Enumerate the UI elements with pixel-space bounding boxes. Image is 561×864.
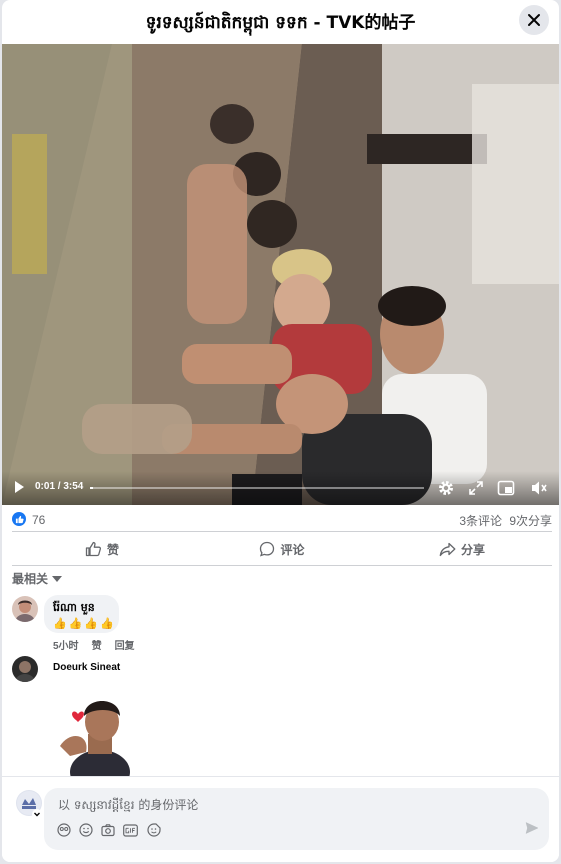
play-button[interactable]: [12, 480, 26, 499]
caret-down-icon: [52, 575, 63, 582]
comment-time[interactable]: 5小时: [53, 637, 79, 652]
comment-icon: [260, 541, 275, 557]
share-icon: [439, 542, 456, 556]
comment-avatar-2[interactable]: [12, 656, 38, 682]
comment-sort-dropdown[interactable]: 最相关: [12, 570, 63, 587]
comment-input[interactable]: [56, 794, 500, 816]
comment-meta: 5小时 赞 回复: [53, 637, 135, 652]
comment-button-label: 评论: [280, 542, 305, 557]
comment-text: 👍👍👍👍: [53, 618, 116, 630]
send-button[interactable]: [525, 821, 539, 840]
comments-count[interactable]: 3条评论: [459, 512, 502, 529]
comment-avatar[interactable]: [12, 596, 38, 622]
video-controls: 0:01 / 3:54: [2, 471, 559, 505]
video-progress-bar[interactable]: [90, 487, 424, 489]
dialog-header: ទូរទស្សន៍ជាតិកម្ពុជា ទទក - TVK的帖子: [2, 0, 559, 45]
avatar-sticker: [50, 694, 130, 794]
video-player[interactable]: 0:01 / 3:54: [2, 44, 559, 505]
fullscreen-icon: [469, 481, 483, 495]
shares-count[interactable]: 9次分享: [509, 512, 552, 529]
post-actions: 赞 评论 分享: [12, 535, 552, 563]
likes-count[interactable]: 76: [32, 513, 45, 527]
play-icon: [15, 481, 24, 493]
chevron-down-icon[interactable]: [32, 809, 42, 819]
thumbs-up-icon: [85, 541, 102, 557]
comment-author-2[interactable]: Doeurk Sineat: [53, 662, 120, 673]
comment-like-link[interactable]: 赞: [92, 637, 102, 652]
avatar-sticker-button[interactable]: [56, 822, 72, 838]
close-button[interactable]: [519, 5, 549, 35]
gif-icon: [122, 823, 138, 837]
post-dialog: ទូរទស្សន៍ជាតិកម្ពុជា ទទក - TVK的帖子 0:01 /…: [2, 0, 559, 862]
smiley-icon: [79, 823, 93, 837]
comment-button[interactable]: 评论: [192, 535, 372, 563]
like-button-label: 赞: [106, 542, 119, 557]
post-stats: 76 3条评论 9次分享: [12, 508, 552, 530]
comment-reply-link[interactable]: 回复: [115, 637, 135, 652]
picture-in-picture-icon: [497, 480, 515, 496]
dialog-title: ទូរទស្សន៍ជាតិកម្ពុជា ទទក - TVK的帖子: [145, 12, 416, 33]
sort-label: 最相关: [12, 572, 49, 586]
sticker-icon: [147, 823, 161, 837]
comment-bubble: រ៉ែណា មួន 👍👍👍👍: [44, 595, 119, 633]
send-icon: [525, 822, 539, 834]
gear-icon: [439, 481, 453, 495]
video-time: 0:01 / 3:54: [35, 481, 84, 492]
settings-button[interactable]: [436, 478, 456, 498]
share-button-label: 分享: [460, 542, 485, 557]
close-icon: [528, 14, 540, 26]
fullscreen-button[interactable]: [466, 478, 486, 498]
pip-button[interactable]: [496, 478, 516, 498]
gif-button[interactable]: [122, 822, 138, 838]
muted-speaker-icon: [532, 481, 547, 495]
stats-divider: [12, 531, 552, 532]
sticker-button[interactable]: [146, 822, 162, 838]
photo-button[interactable]: [100, 822, 116, 838]
like-button[interactable]: 赞: [12, 535, 192, 563]
share-button[interactable]: 分享: [372, 535, 552, 563]
video-frame: [2, 44, 559, 505]
emoji-button[interactable]: [78, 822, 94, 838]
camera-icon: [101, 824, 115, 837]
like-reaction-icon: [12, 512, 26, 526]
comment-composer: [2, 776, 559, 862]
actions-divider: [12, 565, 552, 566]
video-progress-fill: [90, 487, 94, 489]
mute-button[interactable]: [529, 478, 549, 498]
avatar-icon: [57, 823, 71, 837]
comment-author[interactable]: រ៉ែណា មួន: [53, 601, 95, 617]
composer-box: [44, 788, 549, 850]
